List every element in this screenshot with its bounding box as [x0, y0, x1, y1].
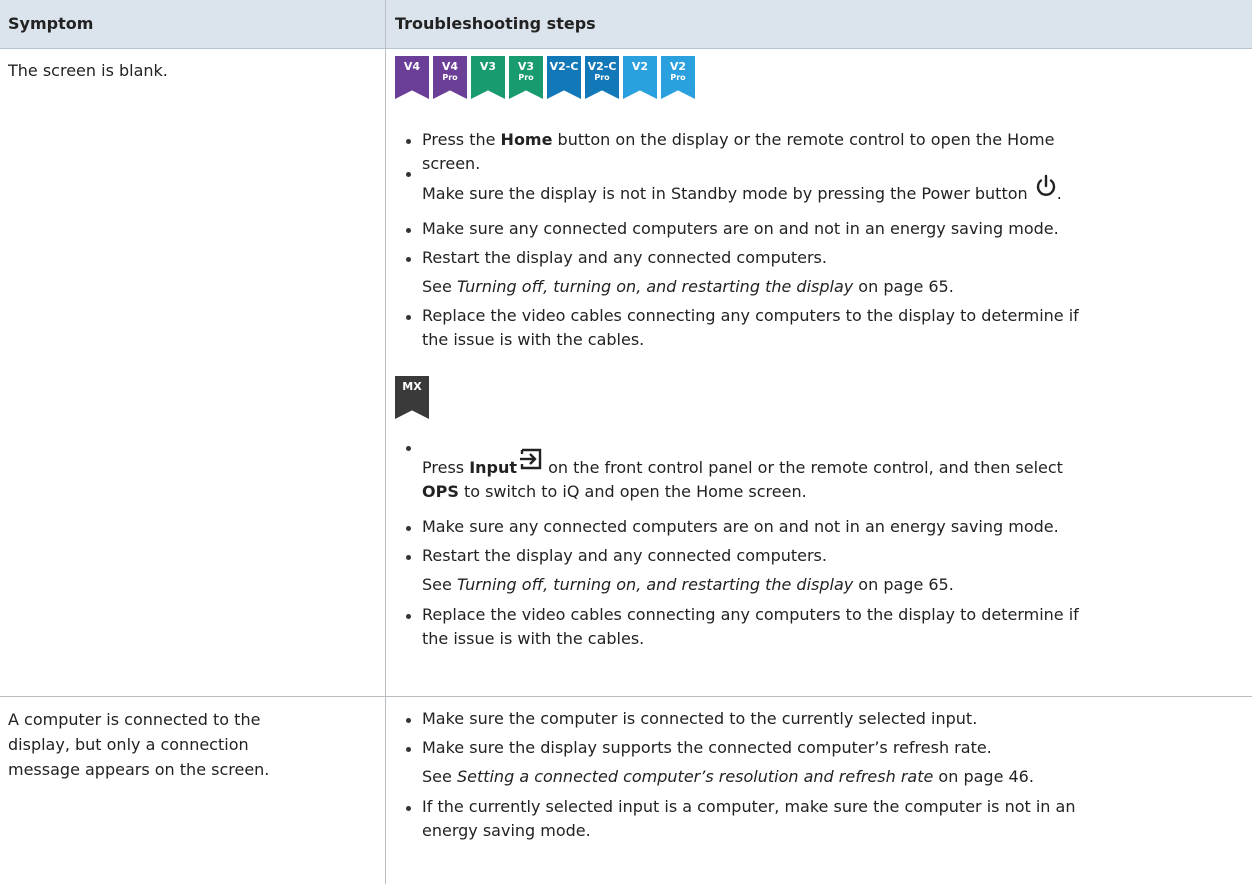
- list-item: See Turning off, turning on, and restart…: [395, 275, 1215, 299]
- list-item: Restart the display and any connected co…: [395, 544, 1215, 568]
- troubleshooting-table: Symptom Troubleshooting steps The screen…: [0, 0, 1252, 884]
- badge-label: MX: [402, 380, 422, 393]
- badge-mx: MX: [395, 376, 429, 419]
- ops-label: OPS: [422, 482, 459, 501]
- list-item: Restart the display and any connected co…: [395, 246, 1215, 270]
- list-item: Make sure any connected computers are on…: [395, 515, 1215, 539]
- list-item: Make sure the display supports the conne…: [395, 736, 1215, 760]
- step-text: Make sure the display supports the conne…: [422, 738, 992, 757]
- input-icon: [520, 448, 542, 470]
- badge-label: V4: [403, 60, 421, 73]
- symptom-blank-screen: The screen is blank.: [8, 61, 168, 80]
- step-text: Replace the video cables connecting any …: [422, 306, 1079, 325]
- list-item: If the currently selected input is a com…: [395, 795, 1215, 843]
- badge-label: V2: [669, 60, 687, 73]
- column-divider: [385, 0, 386, 884]
- table-header: Symptom Troubleshooting steps: [0, 0, 1252, 49]
- list-item: Press Input on the front control panel o…: [395, 446, 1215, 501]
- list-item: See Setting a connected computer’s resol…: [395, 765, 1215, 789]
- step-text: the issue is with the cables.: [422, 330, 645, 349]
- step-text: See: [422, 277, 457, 296]
- step-text: Restart the display and any connected co…: [422, 248, 827, 267]
- step-text: Make sure any connected computers are on…: [422, 219, 1059, 238]
- badge-v2-c: V2-C: [547, 56, 581, 99]
- badge-sublabel: Pro: [518, 73, 534, 82]
- cross-reference: Turning off, turning on, and restarting …: [456, 575, 854, 594]
- badge-label: V2-C: [549, 60, 579, 73]
- step-text: If the currently selected input is a com…: [422, 797, 1076, 816]
- cross-reference: Turning off, turning on, and restarting …: [456, 277, 854, 296]
- step-text: the issue is with the cables.: [422, 629, 645, 648]
- step-text: to switch to iQ and open the Home screen…: [458, 482, 807, 501]
- list-item: Make sure any connected computers are on…: [395, 217, 1215, 241]
- badge-label: V2-C: [587, 60, 617, 73]
- badge-v4-pro: V4 Pro: [433, 56, 467, 99]
- cross-reference: Setting a connected computer’s resolutio…: [456, 767, 934, 786]
- power-icon: [1036, 174, 1055, 196]
- step-text: screen.: [422, 154, 481, 173]
- list-item: Replace the video cables connecting any …: [395, 603, 1215, 651]
- badge-sublabel: Pro: [594, 73, 610, 82]
- list-item: Make sure the display is not in Standby …: [395, 172, 1215, 203]
- step-text: energy saving mode.: [422, 821, 591, 840]
- step-text: on page 65.: [853, 277, 954, 296]
- step-text: .: [1056, 184, 1062, 203]
- list-item: Make sure the computer is connected to t…: [395, 707, 1215, 731]
- symptom-text: message appears on the screen.: [8, 760, 270, 779]
- list-item: Replace the video cables connecting any …: [395, 304, 1215, 352]
- step-text: button on the display or the remote cont…: [552, 130, 1055, 149]
- badge-label: V4: [441, 60, 459, 73]
- home-button-label: Home: [500, 130, 553, 149]
- badge-v2-c-pro: V2-C Pro: [585, 56, 619, 99]
- badge-label: V3: [517, 60, 535, 73]
- header-symptom: Symptom: [8, 14, 94, 33]
- step-text: Make sure any connected computers are on…: [422, 517, 1059, 536]
- step-text: Press the: [422, 130, 501, 149]
- step-text: Press: [422, 458, 470, 477]
- badge-v3-pro: V3 Pro: [509, 56, 543, 99]
- badge-v4: V4: [395, 56, 429, 99]
- step-text: See: [422, 575, 457, 594]
- input-button-label: Input: [469, 458, 518, 477]
- step-text: Make sure the display is not in Standby …: [422, 184, 1028, 203]
- badge-sublabel: Pro: [442, 73, 458, 82]
- badge-label: V3: [479, 60, 497, 73]
- symptom-text: A computer is connected to the: [8, 710, 261, 729]
- step-text: Make sure the computer is connected to t…: [422, 709, 978, 728]
- badge-v3: V3: [471, 56, 505, 99]
- symptom-text: display, but only a connection: [8, 735, 249, 754]
- badge-v2-pro: V2 Pro: [661, 56, 695, 99]
- step-text: See: [422, 767, 457, 786]
- badge-sublabel: Pro: [670, 73, 686, 82]
- step-text: on page 46.: [933, 767, 1034, 786]
- step-text: Replace the video cables connecting any …: [422, 605, 1079, 624]
- list-item: Press the Home button on the display or …: [395, 128, 1215, 176]
- step-text: on the front control panel or the remote…: [543, 458, 1063, 477]
- header-steps: Troubleshooting steps: [395, 14, 596, 33]
- list-item: See Turning off, turning on, and restart…: [395, 573, 1215, 597]
- badge-label: V2: [631, 60, 649, 73]
- symptom-connection-message: A computer is connected to the display, …: [8, 707, 269, 782]
- row-divider: [0, 696, 1252, 697]
- badge-v2: V2: [623, 56, 657, 99]
- step-text: on page 65.: [853, 575, 954, 594]
- step-text: Restart the display and any connected co…: [422, 546, 827, 565]
